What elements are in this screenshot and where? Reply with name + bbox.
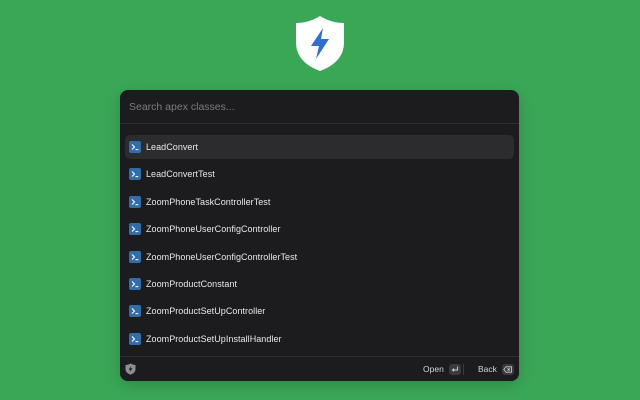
search-bar: [120, 90, 519, 124]
terminal-icon: [129, 305, 141, 318]
terminal-icon: [129, 250, 141, 263]
search-input[interactable]: [120, 90, 519, 123]
list-item[interactable]: ZoomProductSetUpController: [125, 299, 514, 323]
list-item[interactable]: ZoomPhoneUserConfigControllerTest: [125, 245, 514, 269]
list-item-label: ZoomProductConstant: [146, 278, 237, 289]
terminal-icon: [129, 168, 141, 181]
list-item-label: ZoomPhoneTaskControllerTest: [146, 196, 271, 207]
lightning-shield-icon: [125, 363, 136, 375]
terminal-icon: [129, 332, 141, 345]
open-label: Open: [423, 364, 444, 374]
list-item-label: ZoomProductSetUpInstallHandler: [146, 333, 282, 344]
app-stage: LeadConvert LeadConvertTest ZoomPhoneTas…: [0, 0, 640, 400]
terminal-icon: [129, 195, 141, 208]
list-item-label: ZoomPhoneUserConfigControllerTest: [146, 251, 298, 262]
backspace-key-icon: [501, 363, 514, 375]
list-item[interactable]: LeadConvert: [125, 135, 514, 159]
lightning-shield-icon: [296, 16, 344, 71]
back-label: Back: [478, 364, 497, 374]
back-button[interactable]: Back: [478, 357, 514, 381]
open-button[interactable]: Open: [423, 357, 461, 381]
list-item[interactable]: ZoomPhoneTaskControllerTest: [125, 190, 514, 214]
list-item[interactable]: ZoomProductSetUpInstallHandler: [125, 327, 514, 351]
command-palette: LeadConvert LeadConvertTest ZoomPhoneTas…: [120, 90, 519, 381]
list-item[interactable]: LeadConvertTest: [125, 162, 514, 186]
terminal-icon: [129, 277, 141, 290]
results-list: LeadConvert LeadConvertTest ZoomPhoneTas…: [125, 135, 514, 354]
palette-footer: Open Back: [120, 356, 519, 381]
return-key-icon: [448, 363, 461, 375]
terminal-icon: [129, 223, 141, 236]
list-item[interactable]: ZoomPhoneUserConfigController: [125, 217, 514, 241]
list-item[interactable]: ZoomProductConstant: [125, 272, 514, 296]
list-item-label: ZoomProductSetUpController: [146, 306, 266, 317]
terminal-icon: [129, 141, 141, 153]
list-item-label: LeadConvertTest: [146, 169, 215, 180]
list-item-label: LeadConvert: [146, 142, 199, 152]
footer-divider: [463, 364, 464, 375]
list-item-label: ZoomPhoneUserConfigController: [146, 224, 281, 235]
